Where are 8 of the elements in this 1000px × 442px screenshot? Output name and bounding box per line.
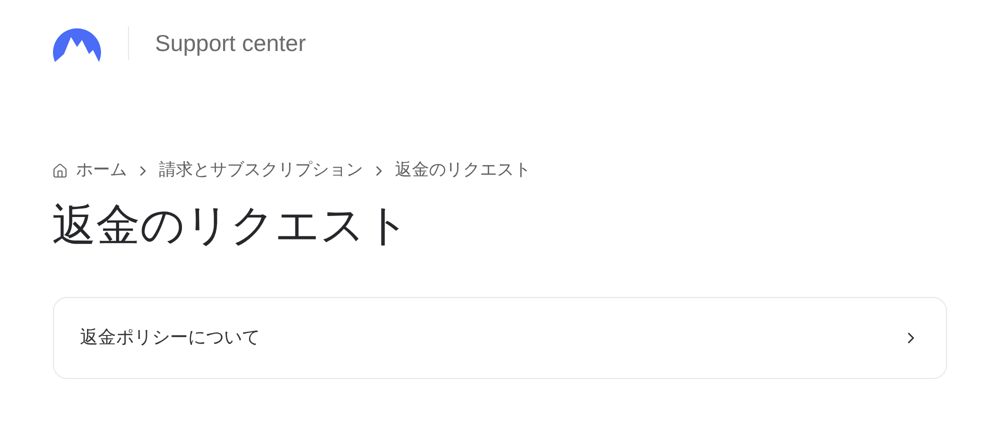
breadcrumb-current: 返金のリクエスト [395, 159, 531, 182]
home-icon[interactable] [52, 162, 68, 179]
page-title: 返金のリクエスト [51, 198, 411, 252]
article-title: 返金ポリシーについて [80, 326, 260, 350]
header-title: Support center [155, 28, 306, 58]
article-card[interactable]: 返金ポリシーについて [53, 296, 947, 378]
breadcrumb-link[interactable]: 請求とサブスクリプション [159, 158, 363, 184]
breadcrumb-link[interactable]: ホーム [76, 158, 127, 184]
